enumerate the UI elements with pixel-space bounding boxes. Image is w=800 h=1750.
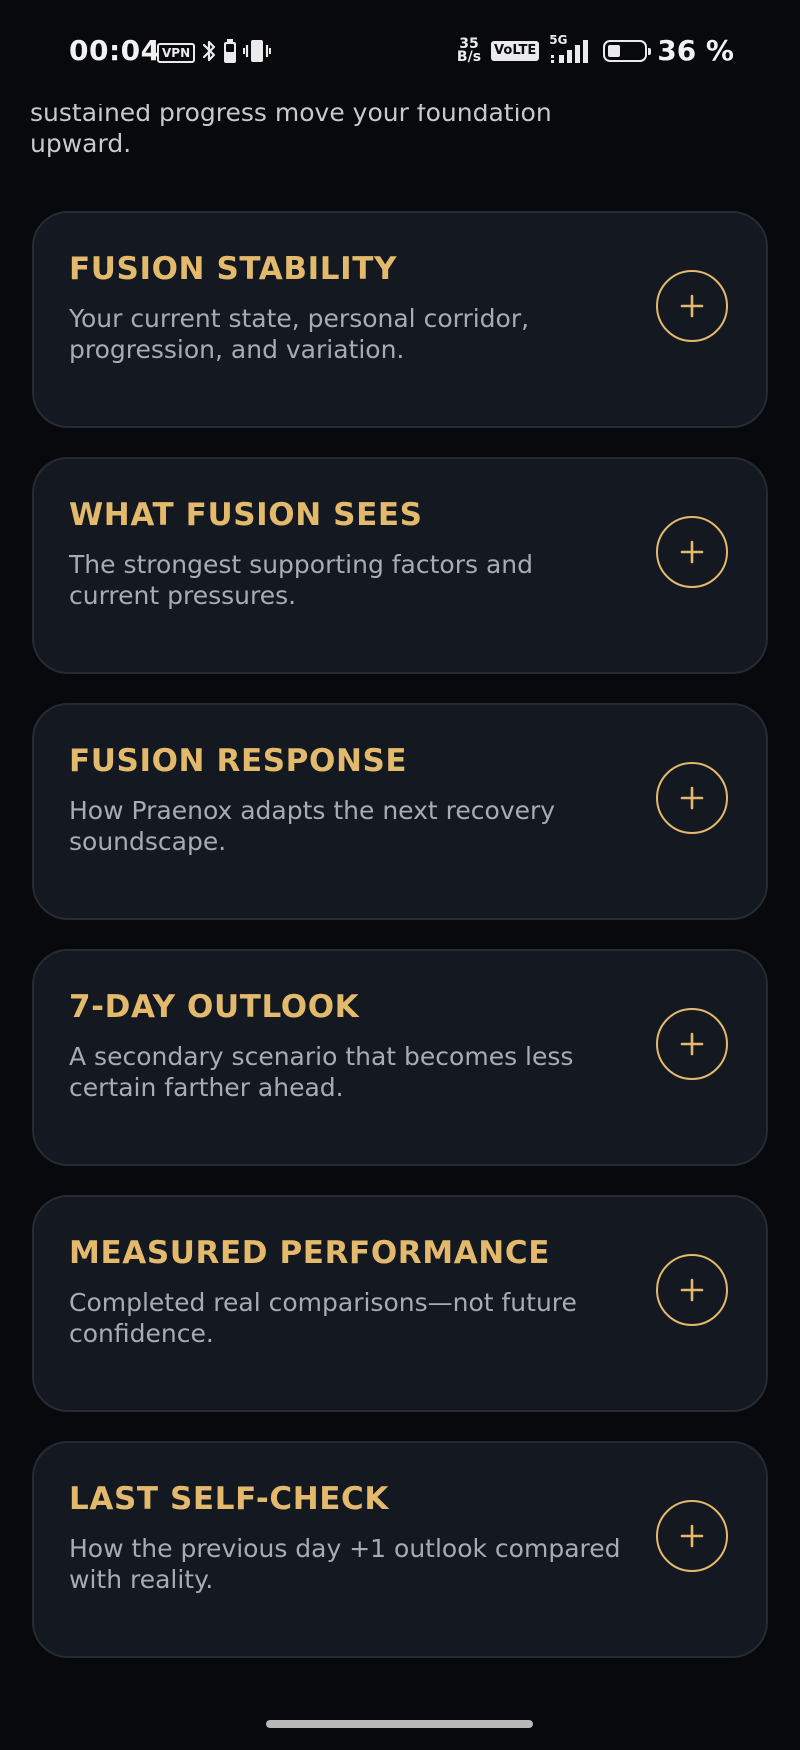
section-description: How Praenox adapts the next recovery sou…	[69, 796, 556, 856]
network-speed-unit: B/s	[456, 48, 482, 65]
status-time: 00:04	[69, 34, 161, 67]
plus-icon	[680, 1032, 704, 1056]
expand-button[interactable]	[656, 516, 728, 588]
section-description: A secondary scenario that becomes less c…	[69, 1042, 574, 1102]
section-title: FUSION STABILITY	[69, 251, 398, 287]
section-card-fusion-response[interactable]: FUSION RESPONSE How Praenox adapts the n…	[32, 703, 768, 920]
status-right-icons: 35 B/s VoLTE 5G 36 %	[456, 33, 734, 68]
expand-button[interactable]	[656, 762, 728, 834]
expand-button[interactable]	[656, 270, 728, 342]
section-title: LAST SELF-CHECK	[69, 1481, 389, 1517]
section-card-fusion-stability[interactable]: FUSION STABILITY Your current state, per…	[32, 211, 768, 428]
expand-button[interactable]	[656, 1254, 728, 1326]
battery-saver-icon	[223, 38, 237, 68]
section-title: FUSION RESPONSE	[69, 743, 408, 779]
home-indicator[interactable]	[266, 1720, 533, 1728]
expand-button[interactable]	[656, 1008, 728, 1080]
plus-icon	[680, 1524, 704, 1548]
section-description: The strongest supporting factors and cur…	[69, 550, 534, 610]
plus-icon	[680, 540, 704, 564]
plus-icon	[680, 294, 704, 318]
section-description: How the previous day +1 outlook compared…	[69, 1534, 621, 1594]
section-card-last-self-check[interactable]: LAST SELF-CHECK How the previous day +1 …	[32, 1441, 768, 1658]
section-description: Your current state, personal corridor, p…	[69, 304, 530, 364]
section-title: 7-DAY OUTLOOK	[69, 989, 360, 1025]
section-card-7-day-outlook[interactable]: 7-DAY OUTLOOK A secondary scenario that …	[32, 949, 768, 1166]
battery-icon	[603, 39, 652, 62]
battery-percent: 36 %	[657, 34, 734, 67]
expand-button[interactable]	[656, 1500, 728, 1572]
network-speed: 35 B/s	[456, 37, 482, 65]
section-card-measured-performance[interactable]: MEASURED PERFORMANCE Completed real comp…	[32, 1195, 768, 1412]
battery-fill	[608, 44, 621, 57]
status-bar: 00:04 VPN 35 B/s VoLTE 5G 36 %	[0, 0, 800, 104]
plus-icon	[680, 786, 704, 810]
bluetooth-icon	[201, 38, 217, 68]
vpn-icon: VPN	[157, 43, 196, 63]
section-title: MEASURED PERFORMANCE	[69, 1235, 550, 1271]
vibrate-icon	[243, 38, 272, 68]
signal-icon: 5G	[549, 33, 593, 65]
section-card-what-fusion-sees[interactable]: WHAT FUSION SEES The strongest supportin…	[32, 457, 768, 674]
plus-icon	[680, 1278, 704, 1302]
volte-icon: VoLTE	[491, 40, 540, 61]
section-description: Completed real comparisons—not future co…	[69, 1288, 577, 1348]
battery-nub	[648, 47, 652, 55]
status-left-icons: VPN	[157, 38, 272, 68]
section-title: WHAT FUSION SEES	[69, 497, 423, 533]
